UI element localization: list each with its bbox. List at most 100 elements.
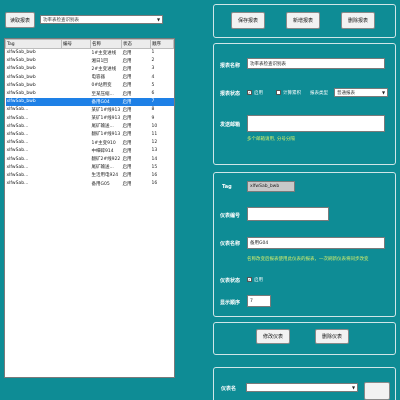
table-cell <box>61 97 91 106</box>
table-cell: 启用 <box>122 83 132 89</box>
table-row[interactable]: xlfwSab... 翻矿2#线922 启用 14 <box>6 155 174 163</box>
report-name-label: 报表名称 <box>220 63 241 69</box>
table-cell: xlfwSab... <box>6 181 29 187</box>
report-type-value: 普通报表 <box>337 90 355 96</box>
meter-table[interactable]: Tag 编号 名称 状态 顺序 xlfwSab_bwb 1#主变进线 启用 1 xlfwSab_… <box>4 38 175 378</box>
table-cell: 启用 <box>122 157 132 163</box>
table-cell: 启用 <box>122 165 132 171</box>
table-cell: 启用 <box>122 107 132 113</box>
table-cell <box>62 49 91 57</box>
table-cell: 启用 <box>122 116 132 122</box>
table-cell: 至某压缩... <box>91 91 114 97</box>
table-cell: 启用 <box>122 75 132 81</box>
table-cell: 2 <box>151 58 155 64</box>
tag-label: Tag <box>222 184 232 190</box>
table-cell <box>62 139 91 147</box>
email-input[interactable] <box>247 115 385 132</box>
table-cell: 6 <box>151 91 155 97</box>
table-row[interactable]: xlfwSab_bwb 0#站用变 启用 5 <box>6 81 174 89</box>
table-row[interactable]: xlfwSab... 备用G05 启用 16 <box>6 180 174 188</box>
table-cell: 翻矿2#线922 <box>91 157 121 163</box>
table-cell <box>62 130 91 138</box>
table-row[interactable]: xlfwSab... 生活用电924 启用 16 <box>6 171 174 179</box>
read-report-button[interactable]: 读取报表 <box>5 12 35 28</box>
save-report-button[interactable]: 保存报表 <box>231 12 265 29</box>
table-cell <box>62 73 91 81</box>
table-cell: xlfwSab... <box>6 164 29 170</box>
table-row[interactable]: xlfwSab_bwb 至某压缩... 启用 6 <box>6 89 174 97</box>
table-row[interactable]: xlfwSab_bwb 电容器 启用 4 <box>6 73 174 81</box>
table-cell: 启用 <box>122 66 132 72</box>
delete-report-button[interactable]: 删除报表 <box>341 12 375 29</box>
column-header[interactable]: 编号 <box>61 39 91 49</box>
table-row[interactable]: xlfwSab... 1#主变910 启用 12 <box>6 139 174 147</box>
table-cell: 7 <box>150 97 174 106</box>
display-order-label: 显示顺序 <box>220 300 241 306</box>
table-cell: 14 <box>151 156 158 162</box>
new-report-button[interactable]: 新增报表 <box>286 12 320 29</box>
table-cell: xlfwSab... <box>6 115 29 121</box>
table-cell: xlfwSab... <box>6 148 29 154</box>
table-row[interactable]: xlfwSab... 尾矿输送... 启用 10 <box>6 122 174 130</box>
table-cell: 13 <box>151 148 158 154</box>
table-cell: 启用 <box>122 173 132 179</box>
report-select[interactable]: 功率表检查识别表 ▼ <box>40 15 163 24</box>
report-name-input[interactable]: 功率表检查识别表 <box>247 58 385 69</box>
table-cell: xlfwSab_bwb <box>6 50 36 56</box>
display-order-input[interactable]: 7 <box>247 295 271 307</box>
table-row[interactable]: xlfwSab_bwb 备用G04 启用 7 <box>5 97 174 106</box>
table-cell: 9 <box>151 115 155 121</box>
table-row[interactable]: xlfwSab... 尾矿输送... 启用 15 <box>6 163 174 171</box>
table-cell: xlfwSab... <box>6 107 29 113</box>
delete-meter-button[interactable]: 删除仪表 <box>315 329 349 344</box>
table-cell: 启用 <box>122 132 132 138</box>
meter-enabled-checkbox[interactable]: ✓ <box>247 277 252 282</box>
table-cell: 电容器 <box>91 75 106 81</box>
table-cell: 备用G04 <box>90 97 122 106</box>
column-header[interactable]: 顺序 <box>150 39 174 49</box>
table-cell: 16 <box>151 181 158 187</box>
table-cell: 尾矿输送... <box>91 124 114 130</box>
table-cell <box>62 147 91 155</box>
column-header[interactable]: Tag <box>5 39 62 49</box>
chevron-down-icon: ▼ <box>381 90 386 95</box>
table-row[interactable]: xlfwSab... 某矿1#线913 启用 8 <box>6 106 174 114</box>
report-enabled-label: 启用 <box>254 91 263 96</box>
table-row[interactable]: xlfwSab... 某矿1#线913 启用 9 <box>6 114 174 122</box>
column-header[interactable]: 状态 <box>121 39 151 49</box>
modify-meter-button[interactable]: 修改仪表 <box>256 329 290 344</box>
table-cell: 启用 <box>122 91 132 97</box>
table-cell: 某矿1#线913 <box>91 107 121 113</box>
table-cell: 1#主变910 <box>91 140 116 146</box>
table-row[interactable]: xlfwSab_bwb 2#主变进线 启用 3 <box>6 65 174 73</box>
table-cell: xlfwSab_bwb <box>6 66 36 72</box>
meter-code-input[interactable] <box>247 207 329 221</box>
table-cell: 湘日1回 <box>91 58 108 64</box>
table-cell <box>62 89 91 97</box>
table-row[interactable]: xlfwSab... 中细碎914 启用 13 <box>6 147 174 155</box>
table-cell: 尾矿输送... <box>91 165 114 171</box>
table-row[interactable]: xlfwSab_bwb 湘日1回 启用 2 <box>6 57 174 65</box>
table-cell: 4 <box>151 74 155 80</box>
table-cell: 启用 <box>121 97 151 106</box>
bottom-action-button[interactable] <box>364 382 390 400</box>
meter-name-input[interactable]: 备用G04 <box>247 237 385 249</box>
report-type-select[interactable]: 普通报表 ▼ <box>334 88 388 97</box>
calc-cumulative-checkbox[interactable] <box>276 90 281 95</box>
meter-name-select[interactable]: ▼ <box>246 383 358 392</box>
table-cell <box>62 180 91 188</box>
email-note: 多个邮箱请用, 分号分隔 <box>247 137 295 142</box>
table-row[interactable]: xlfwSab... 翻矿1#线913 启用 11 <box>6 130 174 138</box>
table-cell: 启用 <box>122 58 132 64</box>
table-cell: xlfwSab_bwb <box>5 97 62 106</box>
table-cell: xlfwSab... <box>6 172 29 178</box>
table-cell: xlfwSab_bwb <box>6 82 36 88</box>
table-cell: xlfwSab_bwb <box>6 58 36 64</box>
table-row[interactable]: xlfwSab_bwb 1#主变进线 启用 1 <box>6 49 174 57</box>
column-header[interactable]: 名称 <box>90 39 122 49</box>
report-enabled-checkbox[interactable]: ✓ <box>247 90 252 95</box>
table-cell: 0#站用变 <box>91 83 112 89</box>
table-cell: 10 <box>151 123 158 129</box>
table-cell <box>62 171 91 179</box>
meter-enabled-label: 启用 <box>254 278 263 283</box>
